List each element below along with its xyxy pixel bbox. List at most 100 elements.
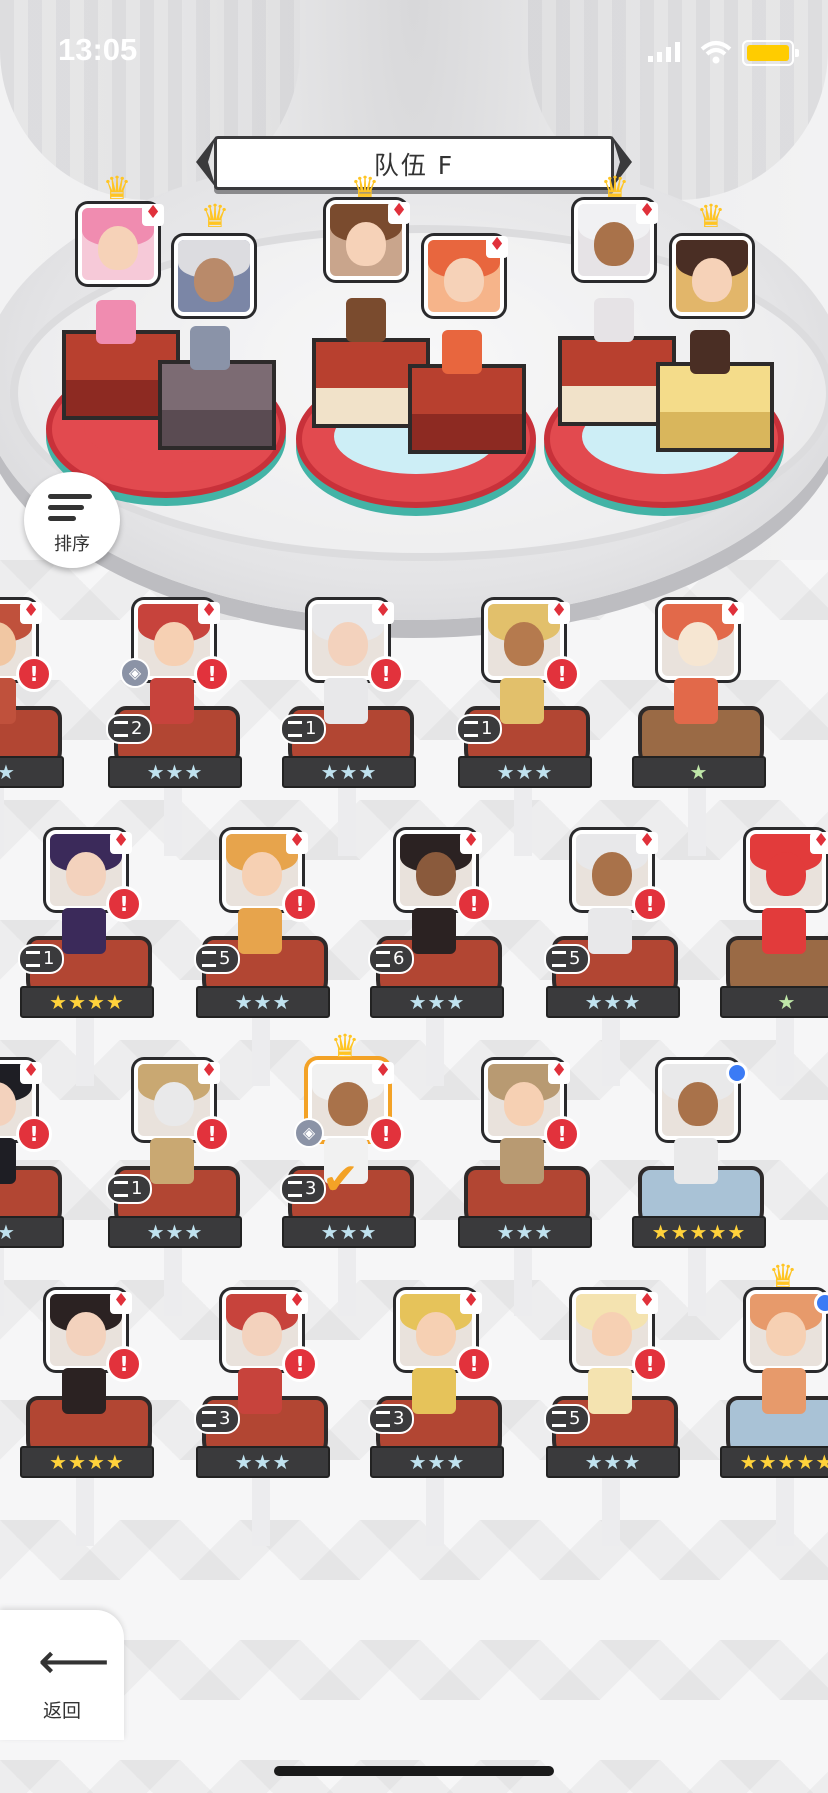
hero-sprite [500, 678, 544, 724]
portrait-face [504, 1082, 544, 1126]
star-rating: ★★★★ [20, 986, 154, 1018]
layers-icon [552, 1411, 566, 1427]
team-slot-4-base[interactable] [408, 364, 526, 454]
alert-badge-icon: ! [16, 1116, 52, 1152]
stack-count-badge: 5 [194, 944, 241, 974]
game-stage: 13:05 队伍 F ♛ ♦ ♛ ♛ ♦ ♦ ♛ ♦ ♛ 排序 ♦ ! ★ ♦ … [0, 0, 828, 1793]
star-rating: ★★★★★ [720, 1446, 828, 1478]
battery-icon [742, 40, 799, 66]
previous-team-arrow-icon[interactable] [192, 136, 218, 188]
crown-icon: ♛ [600, 169, 630, 207]
team-sprite-4 [442, 330, 482, 374]
stack-count-badge: 1 [456, 714, 503, 744]
diamond-suit-icon [636, 1290, 658, 1314]
hero-card[interactable]: ♛ ◈! ★★★ 3✔ [280, 1030, 416, 1316]
team-sprite-3 [346, 298, 386, 342]
team-sprite-1 [96, 300, 136, 344]
hero-card[interactable]: ! ★★ [0, 596, 64, 856]
hero-card[interactable]: ! ★★★ 3 [368, 1286, 504, 1546]
stack-count-badge: 1 [18, 944, 65, 974]
star-rating: ★★★ [108, 756, 242, 788]
stack-count: 5 [569, 948, 581, 969]
layers-icon [288, 1181, 302, 1197]
hero-sprite [324, 678, 368, 724]
alert-badge-icon: ! [632, 1346, 668, 1382]
hero-sprite [674, 678, 718, 724]
portrait-face [416, 1312, 456, 1356]
hero-card[interactable]: ! ★★★ 5 [544, 1286, 680, 1546]
portrait-face [678, 1082, 718, 1126]
hero-card[interactable]: ! ★★★★ [20, 1286, 154, 1546]
portrait-face [66, 852, 106, 896]
diamond-suit-icon [460, 1290, 482, 1314]
hero-sprite [588, 1368, 632, 1414]
stack-count: 6 [393, 948, 405, 969]
hero-sprite [0, 1138, 16, 1184]
layers-icon [464, 721, 478, 737]
diamond-suit-icon [548, 1060, 570, 1084]
hero-card[interactable]: ! ★★★★ 1 [18, 826, 154, 1086]
team-slot-6-base[interactable] [656, 362, 774, 452]
alert-badge-icon: ! [368, 656, 404, 692]
hero-card[interactable]: ★ [720, 826, 828, 1086]
hero-sprite [238, 908, 282, 954]
star-rating: ★ [720, 986, 828, 1018]
layers-icon [376, 1411, 390, 1427]
hero-card[interactable]: ! ★★★ 6 [368, 826, 504, 1086]
hero-sprite [62, 1368, 106, 1414]
stack-count: 1 [43, 948, 55, 969]
portrait-face [766, 852, 806, 896]
team-slot-2-base[interactable] [158, 360, 276, 450]
team-hero-portrait-6[interactable] [672, 236, 752, 316]
star-rating: ★★★ [282, 1216, 416, 1248]
stack-count: 5 [569, 1408, 581, 1429]
layers-icon [288, 721, 302, 737]
diamond-suit-icon [286, 830, 308, 854]
layers-icon [202, 1411, 216, 1427]
crown-icon: ♛ [200, 197, 230, 235]
diamond-suit-icon [110, 1290, 132, 1314]
sort-button[interactable]: 排序 [24, 472, 120, 568]
hero-card[interactable]: ! ★★★ 5 [194, 826, 330, 1086]
team-hero-portrait-2[interactable] [174, 236, 254, 316]
back-button[interactable]: ⟵ 返回 [0, 1610, 124, 1740]
stack-count-badge: 1 [106, 1174, 153, 1204]
hero-card[interactable]: ! ★★★ 5 [544, 826, 680, 1086]
stack-count-badge: 5 [544, 944, 591, 974]
crown-icon: ♛ [350, 169, 380, 207]
stack-count-badge: 6 [368, 944, 415, 974]
hero-card[interactable]: ◈! ★★★ 2 [106, 596, 242, 856]
hero-sprite [412, 908, 456, 954]
sort-icon [48, 494, 92, 527]
diamond-suit-icon [548, 600, 570, 624]
hero-sprite [674, 1138, 718, 1184]
hero-sprite [412, 1368, 456, 1414]
home-indicator[interactable] [274, 1766, 554, 1776]
portrait-face [154, 1082, 194, 1126]
hero-sprite [62, 908, 106, 954]
hero-card[interactable]: ! ★★ [0, 1056, 64, 1316]
hero-sprite [762, 1368, 806, 1414]
gem-icon: ◈ [120, 658, 150, 688]
hero-card[interactable]: ! ★★★ 1 [456, 596, 592, 856]
hero-sprite [500, 1138, 544, 1184]
portrait-face [504, 622, 544, 666]
hero-card[interactable]: ! ★★★ [458, 1056, 592, 1316]
stack-count-badge: 3 [280, 1174, 327, 1204]
team-slot-3-base[interactable] [312, 338, 430, 428]
status-time: 13:05 [58, 32, 138, 67]
hero-card[interactable]: ♛ ★★★★★ [720, 1260, 828, 1546]
hero-card[interactable]: ★★★★★ [632, 1056, 766, 1316]
alert-badge-icon: ! [194, 1116, 230, 1152]
star-rating: ★★★ [370, 986, 504, 1018]
hero-sprite [588, 908, 632, 954]
team-slot-5-base[interactable] [558, 336, 676, 426]
stack-count: 3 [305, 1178, 317, 1199]
diamond-suit-icon [460, 830, 482, 854]
portrait-face [242, 852, 282, 896]
hero-card[interactable]: ! ★★★ 3 [194, 1286, 330, 1546]
hero-card[interactable]: ! ★★★ 1 [280, 596, 416, 856]
hero-card[interactable]: ! ★★★ 1 [106, 1056, 242, 1316]
hero-card[interactable]: ★ [632, 596, 766, 856]
star-rating: ★★★ [458, 756, 592, 788]
